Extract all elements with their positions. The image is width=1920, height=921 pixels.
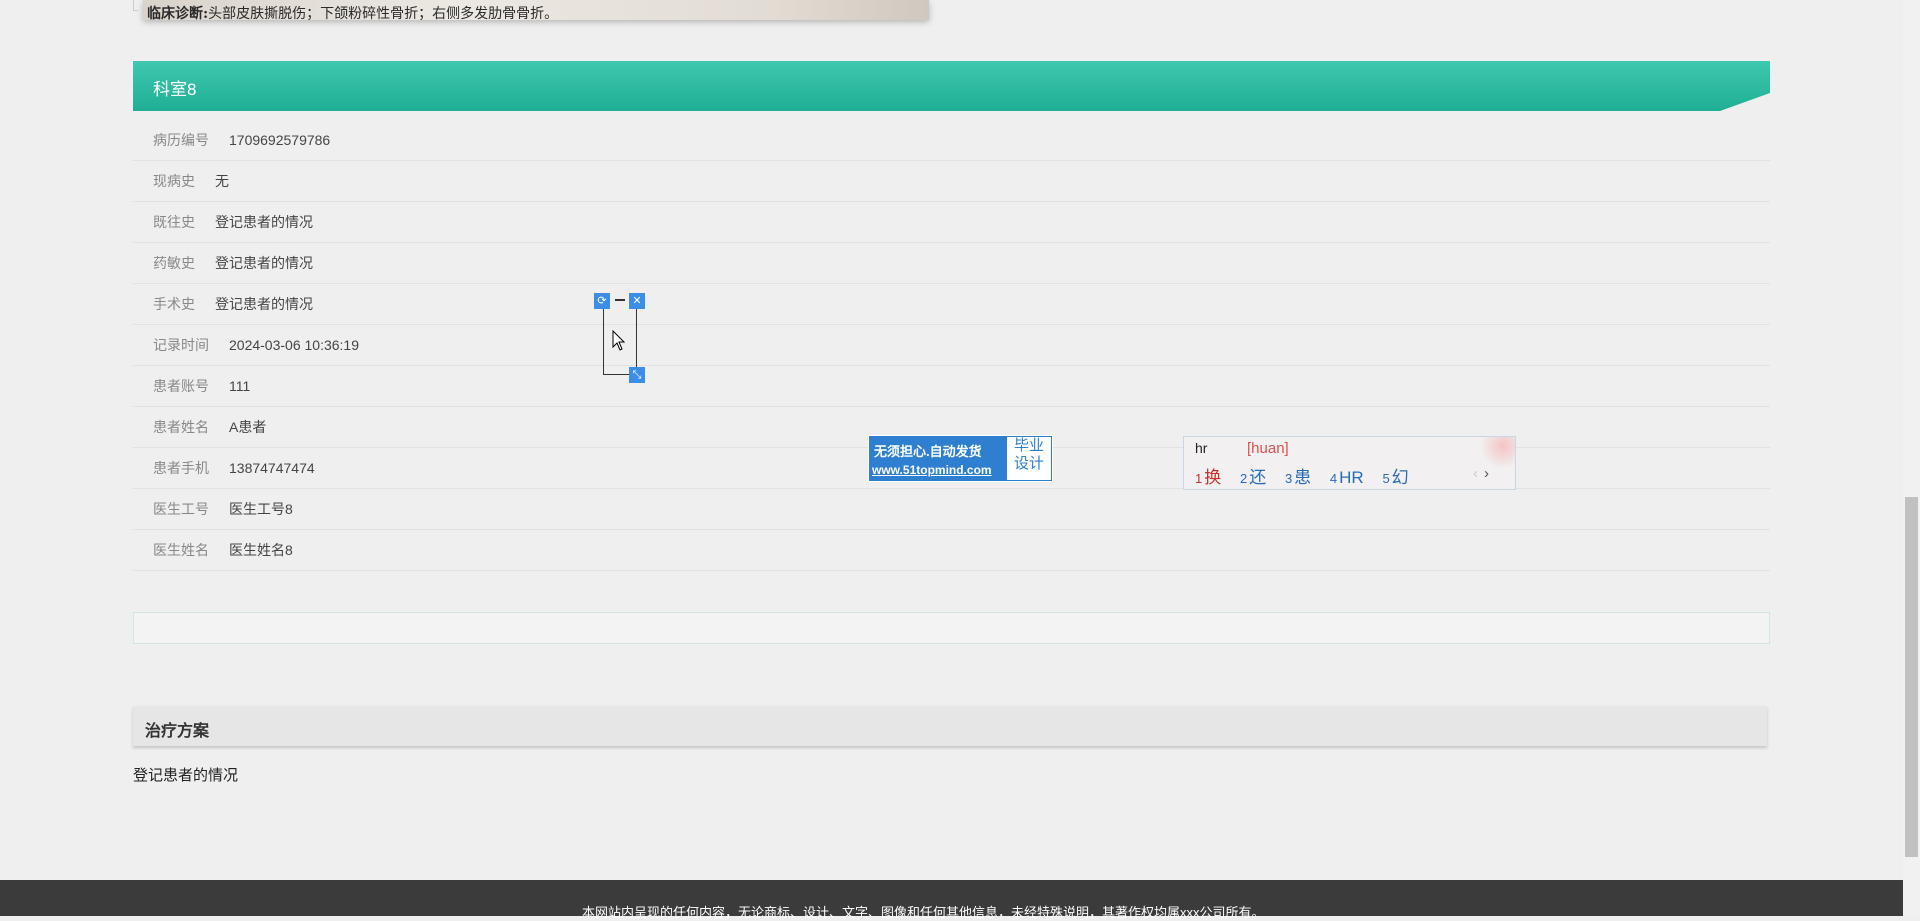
close-icon[interactable]: ✕ bbox=[629, 293, 645, 309]
info-value: 登记患者的情况 bbox=[215, 255, 313, 271]
info-row-past-history: 既往史 登记患者的情况 bbox=[133, 202, 1770, 243]
info-value: 111 bbox=[229, 378, 251, 394]
ime-candidate[interactable]: 5幻 bbox=[1382, 468, 1408, 487]
promo-side-line1: 毕业 bbox=[1013, 437, 1044, 454]
info-row-allergy-history: 药敏史 登记患者的情况 bbox=[133, 243, 1770, 284]
refresh-icon[interactable]: ⟳ bbox=[594, 293, 610, 309]
info-row-present-illness: 现病史 无 bbox=[133, 161, 1770, 202]
empty-panel bbox=[133, 612, 1770, 644]
image-frame-corner bbox=[133, 0, 138, 11]
info-label: 药敏史 bbox=[153, 255, 195, 271]
vertical-scrollbar[interactable] bbox=[1903, 0, 1920, 916]
info-label: 医生工号 bbox=[153, 501, 209, 517]
treatment-plan-text: 登记患者的情况 bbox=[133, 767, 239, 784]
department-title: 科室8 bbox=[153, 80, 197, 99]
info-row-doctor-name: 医生姓名 医生姓名8 bbox=[133, 530, 1770, 571]
info-label: 病历编号 bbox=[153, 132, 209, 148]
info-label: 既往史 bbox=[153, 214, 195, 230]
info-label: 医生姓名 bbox=[153, 542, 209, 558]
info-row-surgery-history: 手术史 登记患者的情况 bbox=[133, 284, 1770, 325]
chevron-left-icon[interactable]: ‹ bbox=[1473, 465, 1478, 482]
info-label: 患者手机 bbox=[153, 460, 209, 476]
info-value: 登记患者的情况 bbox=[215, 214, 313, 230]
scrollbar-thumb[interactable] bbox=[1905, 497, 1918, 857]
ime-candidate[interactable]: 2还 bbox=[1240, 468, 1266, 487]
info-row-doctor-id: 医生工号 医生工号8 bbox=[133, 489, 1770, 530]
chevron-right-icon[interactable]: › bbox=[1484, 465, 1489, 482]
info-label: 患者姓名 bbox=[153, 419, 209, 435]
info-label: 现病史 bbox=[153, 173, 195, 189]
info-label: 患者账号 bbox=[153, 378, 209, 394]
info-value: 医生工号8 bbox=[229, 501, 293, 517]
info-value: 医生姓名8 bbox=[229, 542, 293, 558]
treatment-plan-title: 治疗方案 bbox=[145, 723, 210, 740]
footer: 本网站内呈现的任何内容，无论商标、设计、文字、图像和任何其他信息，未经特殊说明，… bbox=[0, 880, 1920, 920]
ime-candidate[interactable]: 1换 bbox=[1195, 468, 1221, 487]
record-info-list: 病历编号 1709692579786 现病史 无 既往史 登记患者的情况 药敏史… bbox=[133, 120, 1770, 571]
info-value: 13874747474 bbox=[229, 460, 315, 476]
department-header: 科室8 bbox=[133, 61, 1770, 111]
promo-side-line2: 设计 bbox=[1013, 455, 1044, 472]
diagnosis-image: 临床诊断:头部皮肤撕脱伤；下颌粉碎性骨折；右侧多发肋骨骨折。 bbox=[143, 0, 929, 20]
promo-side-label: 毕业 设计 bbox=[1007, 437, 1051, 480]
info-value: A患者 bbox=[229, 419, 267, 435]
promo-badge[interactable]: 无须担心.自动发货 www.51topmind.com 毕业 设计 bbox=[868, 435, 1053, 482]
info-label: 记录时间 bbox=[153, 337, 209, 353]
header-notch bbox=[1720, 93, 1770, 111]
footer-copyright: 本网站内呈现的任何内容，无论商标、设计、文字、图像和任何其他信息，未经特殊说明，… bbox=[582, 905, 1265, 920]
mouse-cursor-icon bbox=[612, 330, 626, 351]
diagnosis-image-text: 临床诊断:头部皮肤撕脱伤；下颌粉碎性骨折；右侧多发肋骨骨折。 bbox=[147, 6, 559, 20]
promo-tagline: 无须担心.自动发货 bbox=[874, 444, 982, 459]
info-row-patient-account: 患者账号 111 bbox=[133, 366, 1770, 407]
info-value: 无 bbox=[215, 173, 229, 189]
ime-candidate-window[interactable]: hr [huan] 1换 2还 3患 4 HR 5幻 ‹ › bbox=[1183, 436, 1516, 490]
info-value: 登记患者的情况 bbox=[215, 296, 313, 312]
ime-candidate-list: 1换 2还 3患 4 HR 5幻 bbox=[1195, 463, 1423, 488]
ime-candidate[interactable]: 3患 bbox=[1285, 468, 1311, 487]
minimize-icon[interactable] bbox=[615, 299, 625, 301]
info-label: 手术史 bbox=[153, 296, 195, 312]
info-value: 1709692579786 bbox=[229, 132, 331, 148]
ime-skin-decoration bbox=[1475, 437, 1515, 467]
info-row-record-id: 病历编号 1709692579786 bbox=[133, 120, 1770, 161]
info-value: 2024-03-06 10:36:19 bbox=[229, 337, 359, 353]
ime-pinyin: [huan] bbox=[1247, 440, 1289, 457]
ime-candidate[interactable]: 4 HR bbox=[1330, 468, 1364, 487]
ime-composition: hr bbox=[1195, 440, 1208, 456]
treatment-plan-header: 治疗方案 bbox=[133, 706, 1767, 746]
resize-icon[interactable]: ⤡ bbox=[629, 367, 645, 383]
ime-page-nav: ‹ › bbox=[1473, 465, 1489, 482]
info-row-record-time: 记录时间 2024-03-06 10:36:19 bbox=[133, 325, 1770, 366]
promo-link[interactable]: www.51topmind.com bbox=[872, 463, 992, 477]
